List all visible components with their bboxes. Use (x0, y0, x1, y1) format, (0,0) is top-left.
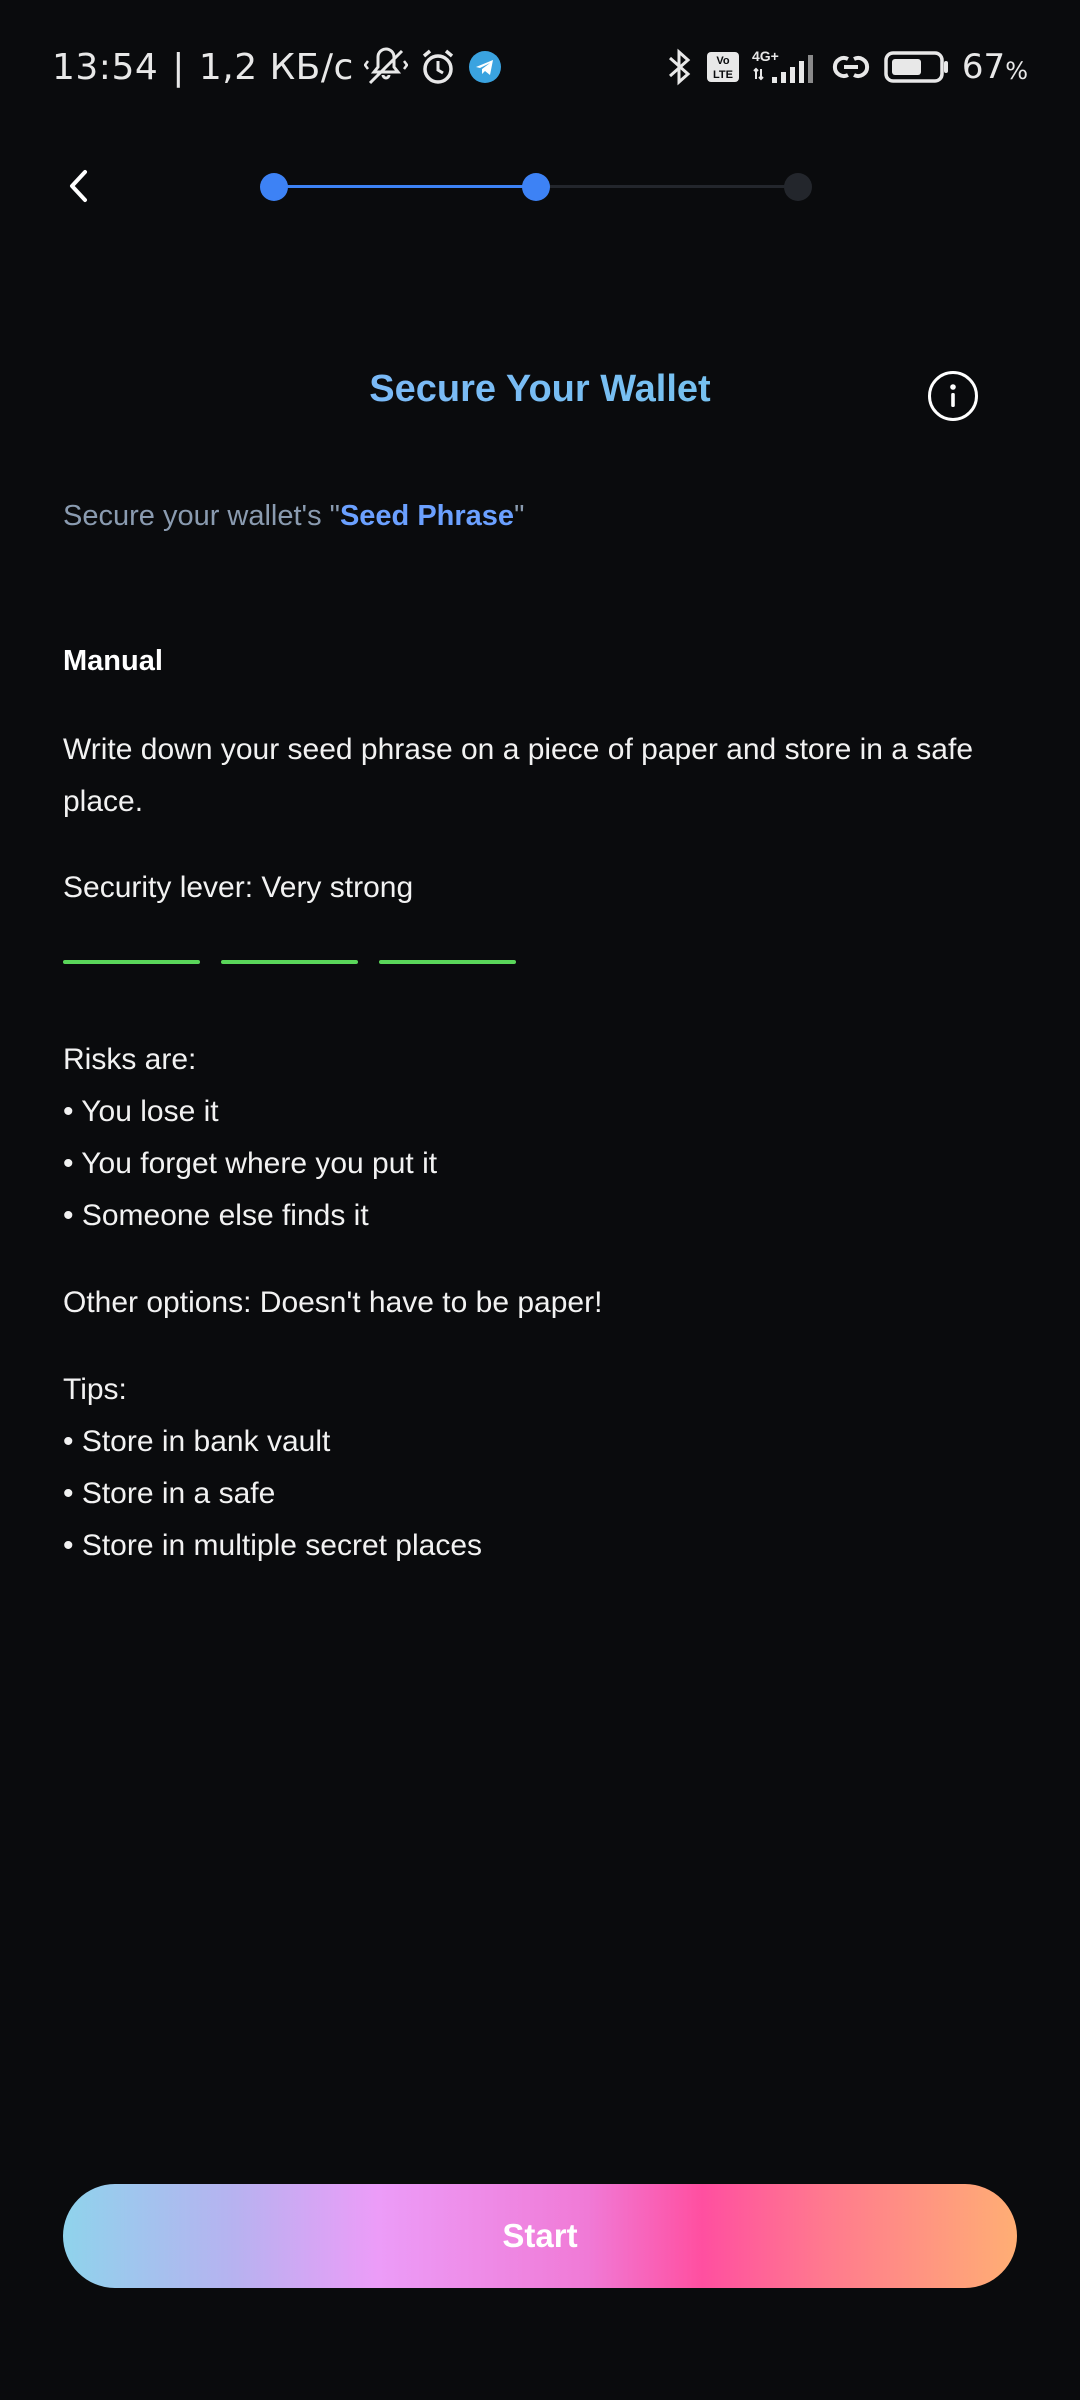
risk-item-1: • You lose it (63, 1095, 219, 1128)
battery-percent: 67 (961, 47, 1006, 87)
stepper-step-3 (784, 173, 812, 201)
battery-unit: % (1005, 57, 1028, 85)
stepper-step-1 (260, 173, 288, 201)
strength-bar-2 (221, 960, 358, 964)
manual-description: Write down your seed phrase on a piece o… (63, 733, 974, 818)
signal-icon: 4G+ (752, 47, 818, 87)
risks-heading: Risks are: (63, 1043, 197, 1076)
other-options-text: Other options: Doesn't have to be paper! (63, 1286, 603, 1319)
vibrate-muted-icon (363, 47, 408, 87)
status-time: 13:54 (52, 46, 159, 88)
seed-phrase-highlight: Seed Phrase (339, 500, 515, 532)
back-button[interactable] (52, 160, 104, 212)
strength-bar-1 (63, 960, 200, 964)
status-bar: 13:54 | 1,2 КБ/с Vo LTE 4G+ 67 % (0, 0, 1080, 130)
stepper-line-incomplete (536, 185, 798, 188)
chevron-left-icon (70, 170, 87, 202)
tips-heading: Tips: (63, 1373, 127, 1406)
status-speed: 1,2 КБ/с (198, 46, 354, 88)
subtitle: Secure your wallet's "Seed Phrase" (63, 500, 524, 533)
status-right: Vo LTE 4G+ 67 % (664, 42, 1028, 92)
info-icon (950, 384, 956, 407)
status-left: 13:54 | 1,2 КБ/с (52, 42, 502, 92)
tip-item-3: • Store in multiple secret places (63, 1529, 483, 1562)
status-separator: | (172, 46, 185, 88)
risk-item-3: • Someone else finds it (63, 1199, 369, 1232)
volte-icon: Vo LTE (706, 51, 740, 83)
progress-stepper (260, 160, 812, 212)
stepper-step-2 (522, 173, 550, 201)
alarm-icon (418, 47, 458, 87)
page-title: Secure Your Wallet (0, 368, 1080, 411)
svg-text:LTE: LTE (713, 69, 733, 81)
svg-text:4G+: 4G+ (752, 48, 779, 64)
stepper-line-complete (274, 185, 536, 188)
link-icon (830, 47, 872, 87)
start-button[interactable]: Start (63, 2184, 1017, 2288)
tip-item-2: • Store in a safe (63, 1477, 276, 1510)
bluetooth-icon (664, 47, 694, 87)
security-strength-meter (63, 960, 537, 964)
manual-heading: Manual (63, 645, 163, 677)
risk-item-2: • You forget where you put it (63, 1147, 438, 1180)
subtitle-suffix: " (514, 500, 525, 532)
subtitle-prefix: Secure your wallet's " (63, 500, 340, 532)
strength-bar-3 (379, 960, 516, 964)
tip-item-1: • Store in bank vault (63, 1425, 331, 1458)
telegram-icon (468, 50, 502, 84)
security-level-text: Security lever: Very strong (63, 871, 414, 904)
svg-text:Vo: Vo (716, 55, 730, 67)
info-button[interactable] (928, 371, 978, 421)
battery-icon (884, 50, 950, 84)
